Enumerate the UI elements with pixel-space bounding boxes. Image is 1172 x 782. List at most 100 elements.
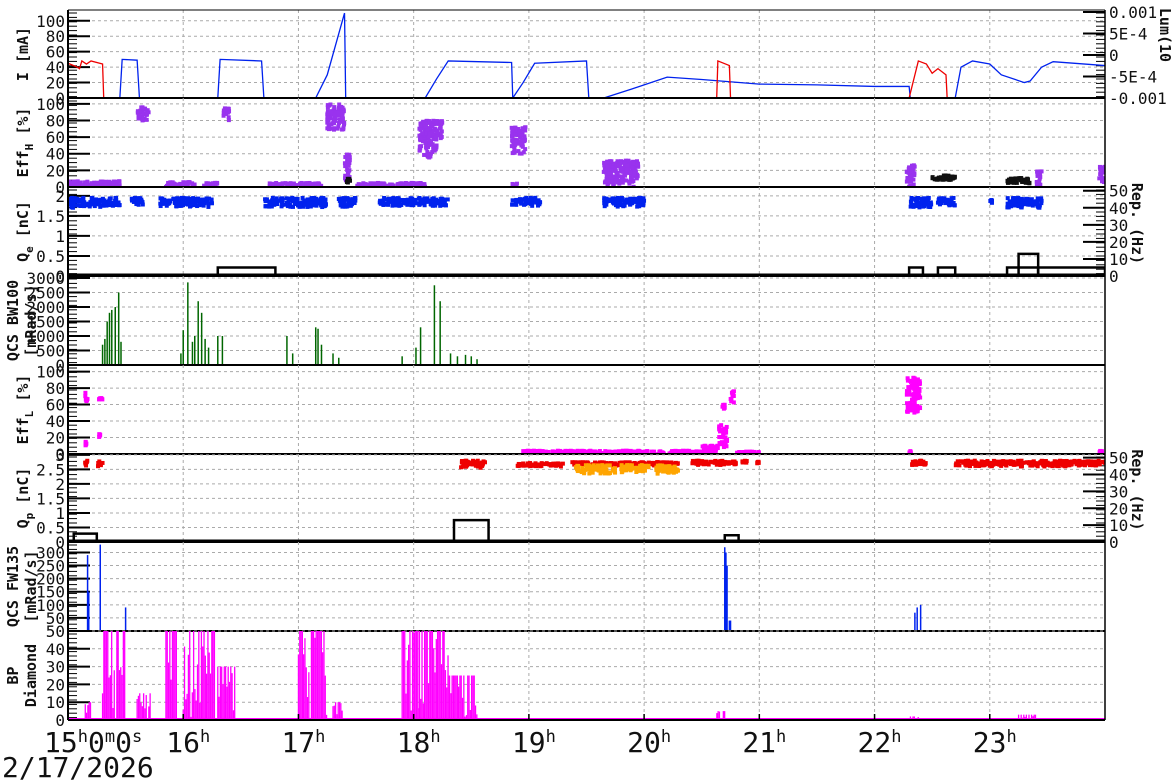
scatter-point	[95, 180, 100, 185]
scatter-cluster-qp	[96, 459, 105, 469]
scatter-point	[539, 461, 544, 466]
scatter-point	[1092, 459, 1097, 464]
scatter-point	[332, 105, 337, 110]
scatter-point	[293, 199, 298, 204]
scatter-cluster-effl	[720, 402, 727, 411]
scatter-point	[551, 463, 556, 468]
scatter-point	[625, 163, 630, 168]
scatter-cluster-qe	[129, 195, 145, 207]
scatter-point	[198, 202, 203, 207]
scatter-point	[431, 196, 436, 201]
scatter-point	[668, 465, 673, 470]
scatter-point	[390, 203, 395, 208]
scatter-point	[724, 424, 729, 429]
scatter-point	[632, 172, 637, 177]
scatter-point	[1076, 463, 1081, 468]
scatter-point	[725, 437, 730, 442]
scatter-point	[603, 179, 608, 184]
scatter-point	[575, 466, 580, 471]
y-axis-label: QCS FW135	[4, 546, 22, 627]
scatter-point	[951, 175, 956, 180]
scatter-point	[928, 200, 933, 205]
scatter-cluster-qe	[336, 195, 358, 209]
scatter-point	[263, 204, 268, 209]
scatter-point	[602, 196, 607, 201]
scatter-point	[985, 459, 990, 464]
scatter-point	[1085, 459, 1090, 464]
x-tick-label: 22h	[858, 726, 902, 759]
scatter-cluster-qp	[755, 459, 761, 466]
scatter-point	[982, 463, 987, 468]
scatter-point	[206, 201, 211, 206]
scatter-point	[100, 196, 105, 201]
scatter-point	[399, 202, 404, 207]
dense-cluster-bp-diamond	[182, 631, 216, 720]
scatter-point	[605, 159, 610, 164]
right-tick-label: -5E-4	[1109, 68, 1157, 87]
right-tick-label: 30	[1109, 216, 1128, 235]
scatter-point	[603, 464, 608, 469]
scatter-point	[920, 196, 925, 201]
scatter-point	[527, 199, 532, 204]
y-tick-label: 300	[36, 543, 65, 562]
scatter-point	[187, 180, 192, 185]
scatter-point	[325, 120, 330, 125]
scatter-cluster-effh	[904, 163, 917, 187]
y-axis-label-line2: [mRad/s]	[22, 550, 40, 622]
scatter-point	[113, 196, 118, 201]
y-tick-label: 10	[46, 693, 65, 712]
scatter-point	[937, 201, 942, 206]
scatter-point	[83, 439, 88, 444]
scatter-point	[1097, 462, 1102, 467]
scatter-point	[72, 180, 77, 185]
y-tick-label: 60	[46, 396, 65, 415]
scatter-point	[619, 166, 624, 171]
scatter-point	[636, 468, 641, 473]
scatter-point	[269, 204, 274, 209]
scatter-point	[613, 166, 618, 171]
scatter-point	[280, 197, 285, 202]
scatter-point	[343, 164, 348, 169]
scatter-point	[1024, 201, 1029, 206]
scatter-point	[423, 139, 428, 144]
right-tick-label: 50	[1109, 182, 1128, 201]
scatter-point	[84, 181, 89, 186]
y-axis-label: EffL [%]	[14, 375, 36, 445]
y-tick-label: 3	[55, 446, 65, 465]
scatter-point	[904, 392, 909, 397]
y-tick-label: 40	[46, 640, 65, 659]
scatter-point	[1089, 459, 1094, 464]
line-her-current	[68, 12, 1105, 98]
scatter-point	[544, 461, 549, 466]
right-tick-label: 50	[1109, 449, 1128, 468]
panel-6: 50100150200250300QCS FW135 [mRad/s]	[4, 542, 1105, 632]
y-tick-label: 50	[46, 622, 65, 641]
series-group	[68, 282, 1105, 365]
scatter-point	[634, 162, 639, 167]
scatter-point	[710, 448, 715, 453]
y-tick-label: 2	[55, 187, 65, 206]
scatter-point	[389, 182, 394, 187]
scatter-point	[346, 168, 351, 173]
scatter-cluster-effh	[601, 158, 641, 187]
dense-cluster-bp-diamond	[297, 631, 313, 720]
scatter-point	[329, 110, 334, 115]
y-axis-label: I [mA]	[14, 27, 32, 81]
scatter-cluster-effl	[83, 390, 90, 404]
y-axis-label: BP	[4, 666, 22, 684]
scatter-point	[1014, 176, 1019, 181]
scatter-point	[1027, 180, 1032, 185]
scatter-point	[629, 197, 634, 202]
scatter-point	[700, 459, 705, 464]
scatter-point	[622, 202, 627, 207]
panel-0: 020406080100I [mA]0.0015E-40-5E-4-0.001L…	[14, 3, 1172, 108]
scatter-point	[82, 200, 87, 205]
scatter-point	[704, 459, 709, 464]
scatter-point	[427, 138, 432, 143]
scatter-point	[663, 464, 668, 469]
panel-4: 020406080100EffL [%]	[14, 363, 1105, 464]
scatter-point	[308, 204, 313, 209]
scatter-point	[346, 158, 351, 163]
scatter-point	[607, 171, 612, 176]
scatter-point	[924, 200, 929, 205]
